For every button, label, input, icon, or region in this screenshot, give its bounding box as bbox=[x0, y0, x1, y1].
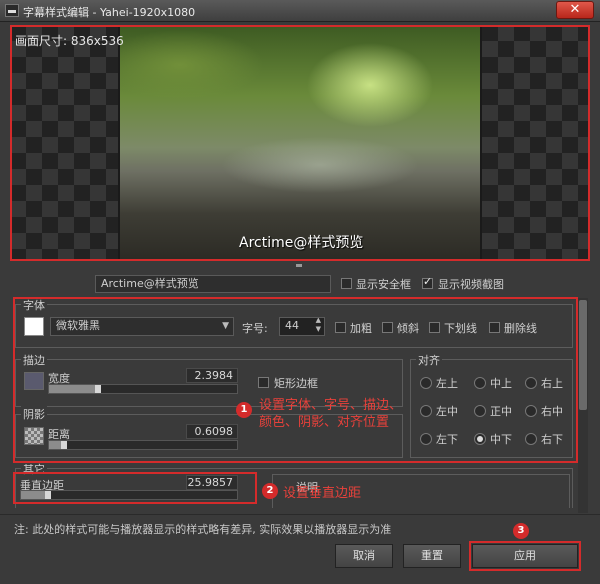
settings-scrollbar[interactable] bbox=[578, 298, 588, 513]
safe-frame-checkbox[interactable] bbox=[341, 278, 352, 289]
cancel-button[interactable]: 取消 bbox=[335, 544, 393, 568]
footer-note: 注: 此处的样式可能与播放器显示的样式略有差异, 实际效果以播放器显示为准 bbox=[14, 523, 392, 536]
annotation-badge-3: 3 bbox=[513, 523, 529, 539]
window-title: 字幕样式编辑 - Yahei-1920x1080 bbox=[23, 6, 196, 19]
annotation-badge-1: 1 bbox=[236, 402, 252, 418]
close-button[interactable]: ✕ bbox=[556, 1, 594, 19]
annotation-note-2: 设置垂直边距 bbox=[283, 486, 362, 501]
safe-frame-label: 显示安全框 bbox=[356, 278, 411, 291]
app-icon bbox=[5, 4, 19, 17]
annotation-frame-style-settings bbox=[13, 297, 578, 463]
annotation-frame-apply bbox=[469, 541, 581, 571]
divider bbox=[0, 514, 600, 515]
video-frame-checkbox[interactable] bbox=[422, 275, 433, 289]
preview-text-input[interactable]: Arctime@样式预览 bbox=[95, 275, 331, 293]
annotation-frame-vertical-margin bbox=[13, 472, 257, 504]
annotation-note-1: 设置字体、字号、描边、颜色、阴影、对齐位置 bbox=[259, 398, 403, 430]
window-titlebar: 字幕样式编辑 - Yahei-1920x1080 ✕ bbox=[0, 0, 600, 22]
video-frame-label: 显示视频截图 bbox=[438, 278, 504, 291]
reset-button[interactable]: 重置 bbox=[403, 544, 461, 568]
annotation-frame-preview bbox=[10, 25, 590, 261]
scrollbar-thumb[interactable] bbox=[579, 300, 587, 410]
splitter-handle[interactable] bbox=[296, 264, 302, 267]
annotation-badge-2: 2 bbox=[262, 483, 278, 499]
